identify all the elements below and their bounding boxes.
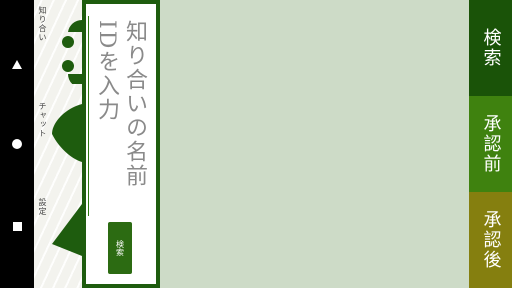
leaf-icon	[52, 104, 82, 162]
back-triangle-icon	[12, 59, 22, 69]
face-icon	[62, 19, 82, 84]
name-search-input[interactable]: 知り合いの名前IDを入力	[90, 14, 152, 214]
nav-after-approval[interactable]: 承認後	[469, 192, 512, 288]
nav-before-approval[interactable]: 承認前	[469, 96, 512, 192]
recents-square-icon	[12, 221, 22, 231]
tab-settings-label: 設定	[38, 198, 47, 216]
search-button[interactable]: 検索	[108, 222, 132, 274]
input-underline	[88, 16, 89, 216]
search-panel: 知り合いの名前IDを入力 検索	[82, 0, 160, 288]
tab-friends-label: 知り合い	[38, 6, 47, 42]
search-input-placeholder: 知り合いの名前IDを入力	[94, 20, 147, 188]
tab-chat[interactable]: チャット	[34, 96, 82, 192]
right-nav: 検索 承認前 承認後	[469, 0, 512, 288]
tab-strip: 知り合い チャット 設定	[34, 0, 82, 288]
home-button[interactable]	[0, 124, 34, 164]
system-nav-bar	[0, 0, 34, 288]
tab-settings[interactable]: 設定	[34, 192, 82, 288]
tab-friends[interactable]: 知り合い	[34, 0, 82, 96]
tab-chat-label: チャット	[38, 102, 47, 138]
back-button[interactable]	[0, 44, 34, 84]
home-circle-icon	[12, 139, 22, 149]
nav-search[interactable]: 検索	[469, 0, 512, 96]
triangle-icon	[52, 204, 82, 256]
recents-button[interactable]	[0, 206, 34, 246]
